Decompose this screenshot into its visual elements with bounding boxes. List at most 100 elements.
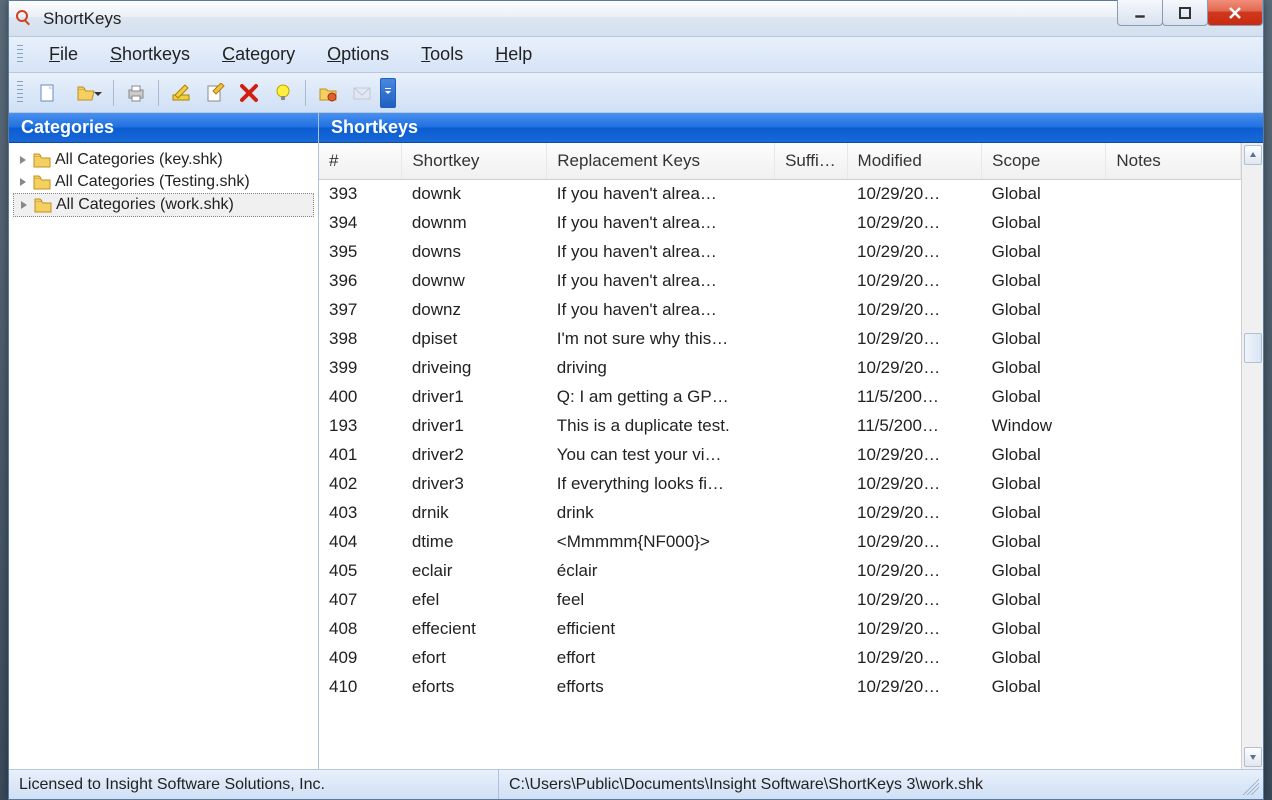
cell-rep: efforts (547, 672, 775, 701)
cell-sk: efort (402, 643, 547, 672)
column-header[interactable]: Shortkey (402, 143, 547, 179)
cell-rep: feel (547, 585, 775, 614)
column-header[interactable]: # (319, 143, 402, 179)
minimize-button[interactable] (1117, 0, 1163, 26)
cell-sk: dtime (402, 527, 547, 556)
tree-item[interactable]: All Categories (Testing.shk) (13, 171, 314, 193)
cell-rep: drink (547, 498, 775, 527)
cell-sk: downs (402, 237, 547, 266)
column-header[interactable]: Suffi… (775, 143, 847, 179)
cell-notes (1106, 585, 1241, 614)
cell-mod: 10/29/20… (847, 179, 982, 208)
modify-button[interactable] (199, 78, 231, 108)
menu-options[interactable]: Options (311, 40, 405, 69)
column-header[interactable]: Scope (982, 143, 1106, 179)
menu-tools[interactable]: Tools (405, 40, 479, 69)
menubar-grip[interactable] (17, 45, 23, 65)
table-row[interactable]: 394downmIf you haven't alrea…10/29/20…Gl… (319, 208, 1241, 237)
column-header[interactable]: Replacement Keys (547, 143, 775, 179)
cell-scope: Global (982, 556, 1106, 585)
menu-file[interactable]: File (33, 40, 94, 69)
cell-notes (1106, 179, 1241, 208)
cell-rep: If everything looks fi… (547, 469, 775, 498)
resize-grip[interactable] (1239, 775, 1259, 795)
table-row[interactable]: 410efortsefforts10/29/20…Global (319, 672, 1241, 701)
cell-mod: 10/29/20… (847, 556, 982, 585)
column-header[interactable]: Notes (1106, 143, 1241, 179)
scroll-up-button[interactable] (1244, 145, 1262, 165)
table-row[interactable]: 193driver1This is a duplicate test.11/5/… (319, 411, 1241, 440)
categories-header: Categories (9, 113, 318, 143)
folder-icon (33, 152, 51, 168)
table-row[interactable]: 398dpisetI'm not sure why this…10/29/20…… (319, 324, 1241, 353)
cell-rep: <Mmmmm{NF000}> (547, 527, 775, 556)
cell-n: 403 (319, 498, 402, 527)
new-file-button[interactable] (31, 78, 63, 108)
cell-mod: 11/5/200… (847, 382, 982, 411)
mail-button[interactable] (346, 78, 378, 108)
edit-button[interactable] (165, 78, 197, 108)
table-row[interactable]: 403drnikdrink10/29/20…Global (319, 498, 1241, 527)
menu-help[interactable]: Help (479, 40, 548, 69)
table-row[interactable]: 399driveingdriving10/29/20…Global (319, 353, 1241, 382)
cell-suf (775, 440, 847, 469)
cell-notes (1106, 208, 1241, 237)
table-row[interactable]: 405eclairéclair10/29/20…Global (319, 556, 1241, 585)
app-icon (15, 9, 35, 29)
scroll-down-button[interactable] (1244, 747, 1262, 767)
cell-suf (775, 295, 847, 324)
hint-button[interactable] (267, 78, 299, 108)
cell-sk: driveing (402, 353, 547, 382)
categories-tree[interactable]: All Categories (key.shk) All Categories (… (9, 143, 318, 769)
cell-suf (775, 527, 847, 556)
table-row[interactable]: 408effecientefficient10/29/20…Global (319, 614, 1241, 643)
shortkeys-grid[interactable]: #ShortkeyReplacement KeysSuffi…ModifiedS… (319, 143, 1241, 769)
table-row[interactable]: 409eforteffort10/29/20…Global (319, 643, 1241, 672)
table-row[interactable]: 401driver2You can test your vi…10/29/20…… (319, 440, 1241, 469)
cell-mod: 10/29/20… (847, 324, 982, 353)
column-header[interactable]: Modified (847, 143, 982, 179)
status-path: C:\Users\Public\Documents\Insight Softwa… (499, 770, 1239, 799)
cell-suf (775, 382, 847, 411)
cell-sk: driver1 (402, 382, 547, 411)
cell-mod: 10/29/20… (847, 266, 982, 295)
toolbar-overflow-button[interactable] (380, 78, 396, 108)
table-row[interactable]: 396downwIf you haven't alrea…10/29/20…Gl… (319, 266, 1241, 295)
table-row[interactable]: 395downsIf you haven't alrea…10/29/20…Gl… (319, 237, 1241, 266)
cell-sk: driver3 (402, 469, 547, 498)
cell-rep: éclair (547, 556, 775, 585)
cell-suf (775, 324, 847, 353)
menu-shortkeys[interactable]: Shortkeys (94, 40, 206, 69)
tree-item[interactable]: All Categories (work.shk) (13, 193, 314, 217)
tree-item[interactable]: All Categories (key.shk) (13, 149, 314, 171)
maximize-button[interactable] (1162, 0, 1208, 26)
expander-icon[interactable] (17, 154, 29, 166)
cell-n: 407 (319, 585, 402, 614)
cell-scope: Global (982, 614, 1106, 643)
cell-mod: 10/29/20… (847, 353, 982, 382)
table-row[interactable]: 404dtime<Mmmmm{NF000}>10/29/20…Global (319, 527, 1241, 556)
expander-icon[interactable] (18, 199, 30, 211)
tree-item-label: All Categories (Testing.shk) (55, 173, 250, 191)
toolbar-grip[interactable] (17, 81, 23, 105)
expander-icon[interactable] (17, 176, 29, 188)
table-row[interactable]: 400driver1Q: I am getting a GP…11/5/200…… (319, 382, 1241, 411)
table-row[interactable]: 402driver3If everything looks fi…10/29/2… (319, 469, 1241, 498)
cell-scope: Global (982, 585, 1106, 614)
delete-button[interactable] (233, 78, 265, 108)
table-row[interactable]: 397downzIf you haven't alrea…10/29/20…Gl… (319, 295, 1241, 324)
close-button[interactable] (1207, 0, 1263, 26)
category-button[interactable] (312, 78, 344, 108)
scrollbar-thumb[interactable] (1244, 333, 1262, 363)
cell-mod: 10/29/20… (847, 237, 982, 266)
table-row[interactable]: 393downkIf you haven't alrea…10/29/20…Gl… (319, 179, 1241, 208)
cell-rep: If you haven't alrea… (547, 237, 775, 266)
table-row[interactable]: 407efelfeel10/29/20…Global (319, 585, 1241, 614)
open-button[interactable] (65, 78, 107, 108)
vertical-scrollbar[interactable] (1241, 143, 1263, 769)
print-button[interactable] (120, 78, 152, 108)
titlebar[interactable]: ShortKeys (9, 1, 1263, 37)
cell-scope: Global (982, 440, 1106, 469)
cell-sk: eclair (402, 556, 547, 585)
menu-category[interactable]: Category (206, 40, 311, 69)
